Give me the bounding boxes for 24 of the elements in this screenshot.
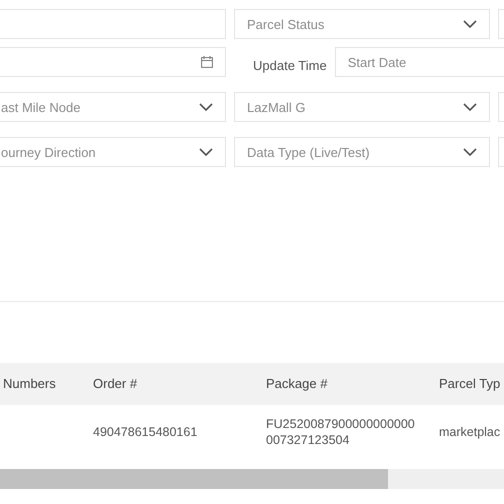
chevron-down-icon [463, 148, 477, 156]
chevron-down-icon [463, 103, 477, 111]
table-cell-text: FU2520087900000000000007327123504 [266, 416, 416, 448]
update-time-label: Update Time [252, 58, 327, 72]
calendar-icon [201, 56, 213, 68]
chevron-down-icon [463, 20, 477, 28]
column-header: Package # [266, 376, 328, 392]
dropdown-field[interactable]: ourney Direction [0, 137, 226, 167]
date-field[interactable] [0, 47, 226, 77]
scrollbar-track[interactable] [0, 469, 504, 489]
scrollbar-thumb[interactable] [0, 469, 388, 489]
table-cell-text: 490478615480161 [93, 424, 198, 440]
chevron-down-icon [199, 103, 213, 111]
table-cell-text: marketplac [439, 424, 502, 440]
chevron-down-icon [199, 148, 213, 156]
dropdown-field[interactable]: Parcel Status [234, 9, 490, 39]
start-date-field[interactable]: Start Date [334, 47, 504, 77]
dropdown-field[interactable]: LazMall G [234, 92, 490, 122]
dropdown-field[interactable]: Data Type (Live/Test) [234, 137, 490, 167]
column-header: Parcel Typ [439, 376, 502, 392]
column-header: Numbers [2, 376, 57, 392]
dropdown-field[interactable]: ast Mile Node [0, 92, 226, 122]
input-field[interactable] [0, 9, 226, 39]
column-header: Order # [93, 376, 138, 392]
